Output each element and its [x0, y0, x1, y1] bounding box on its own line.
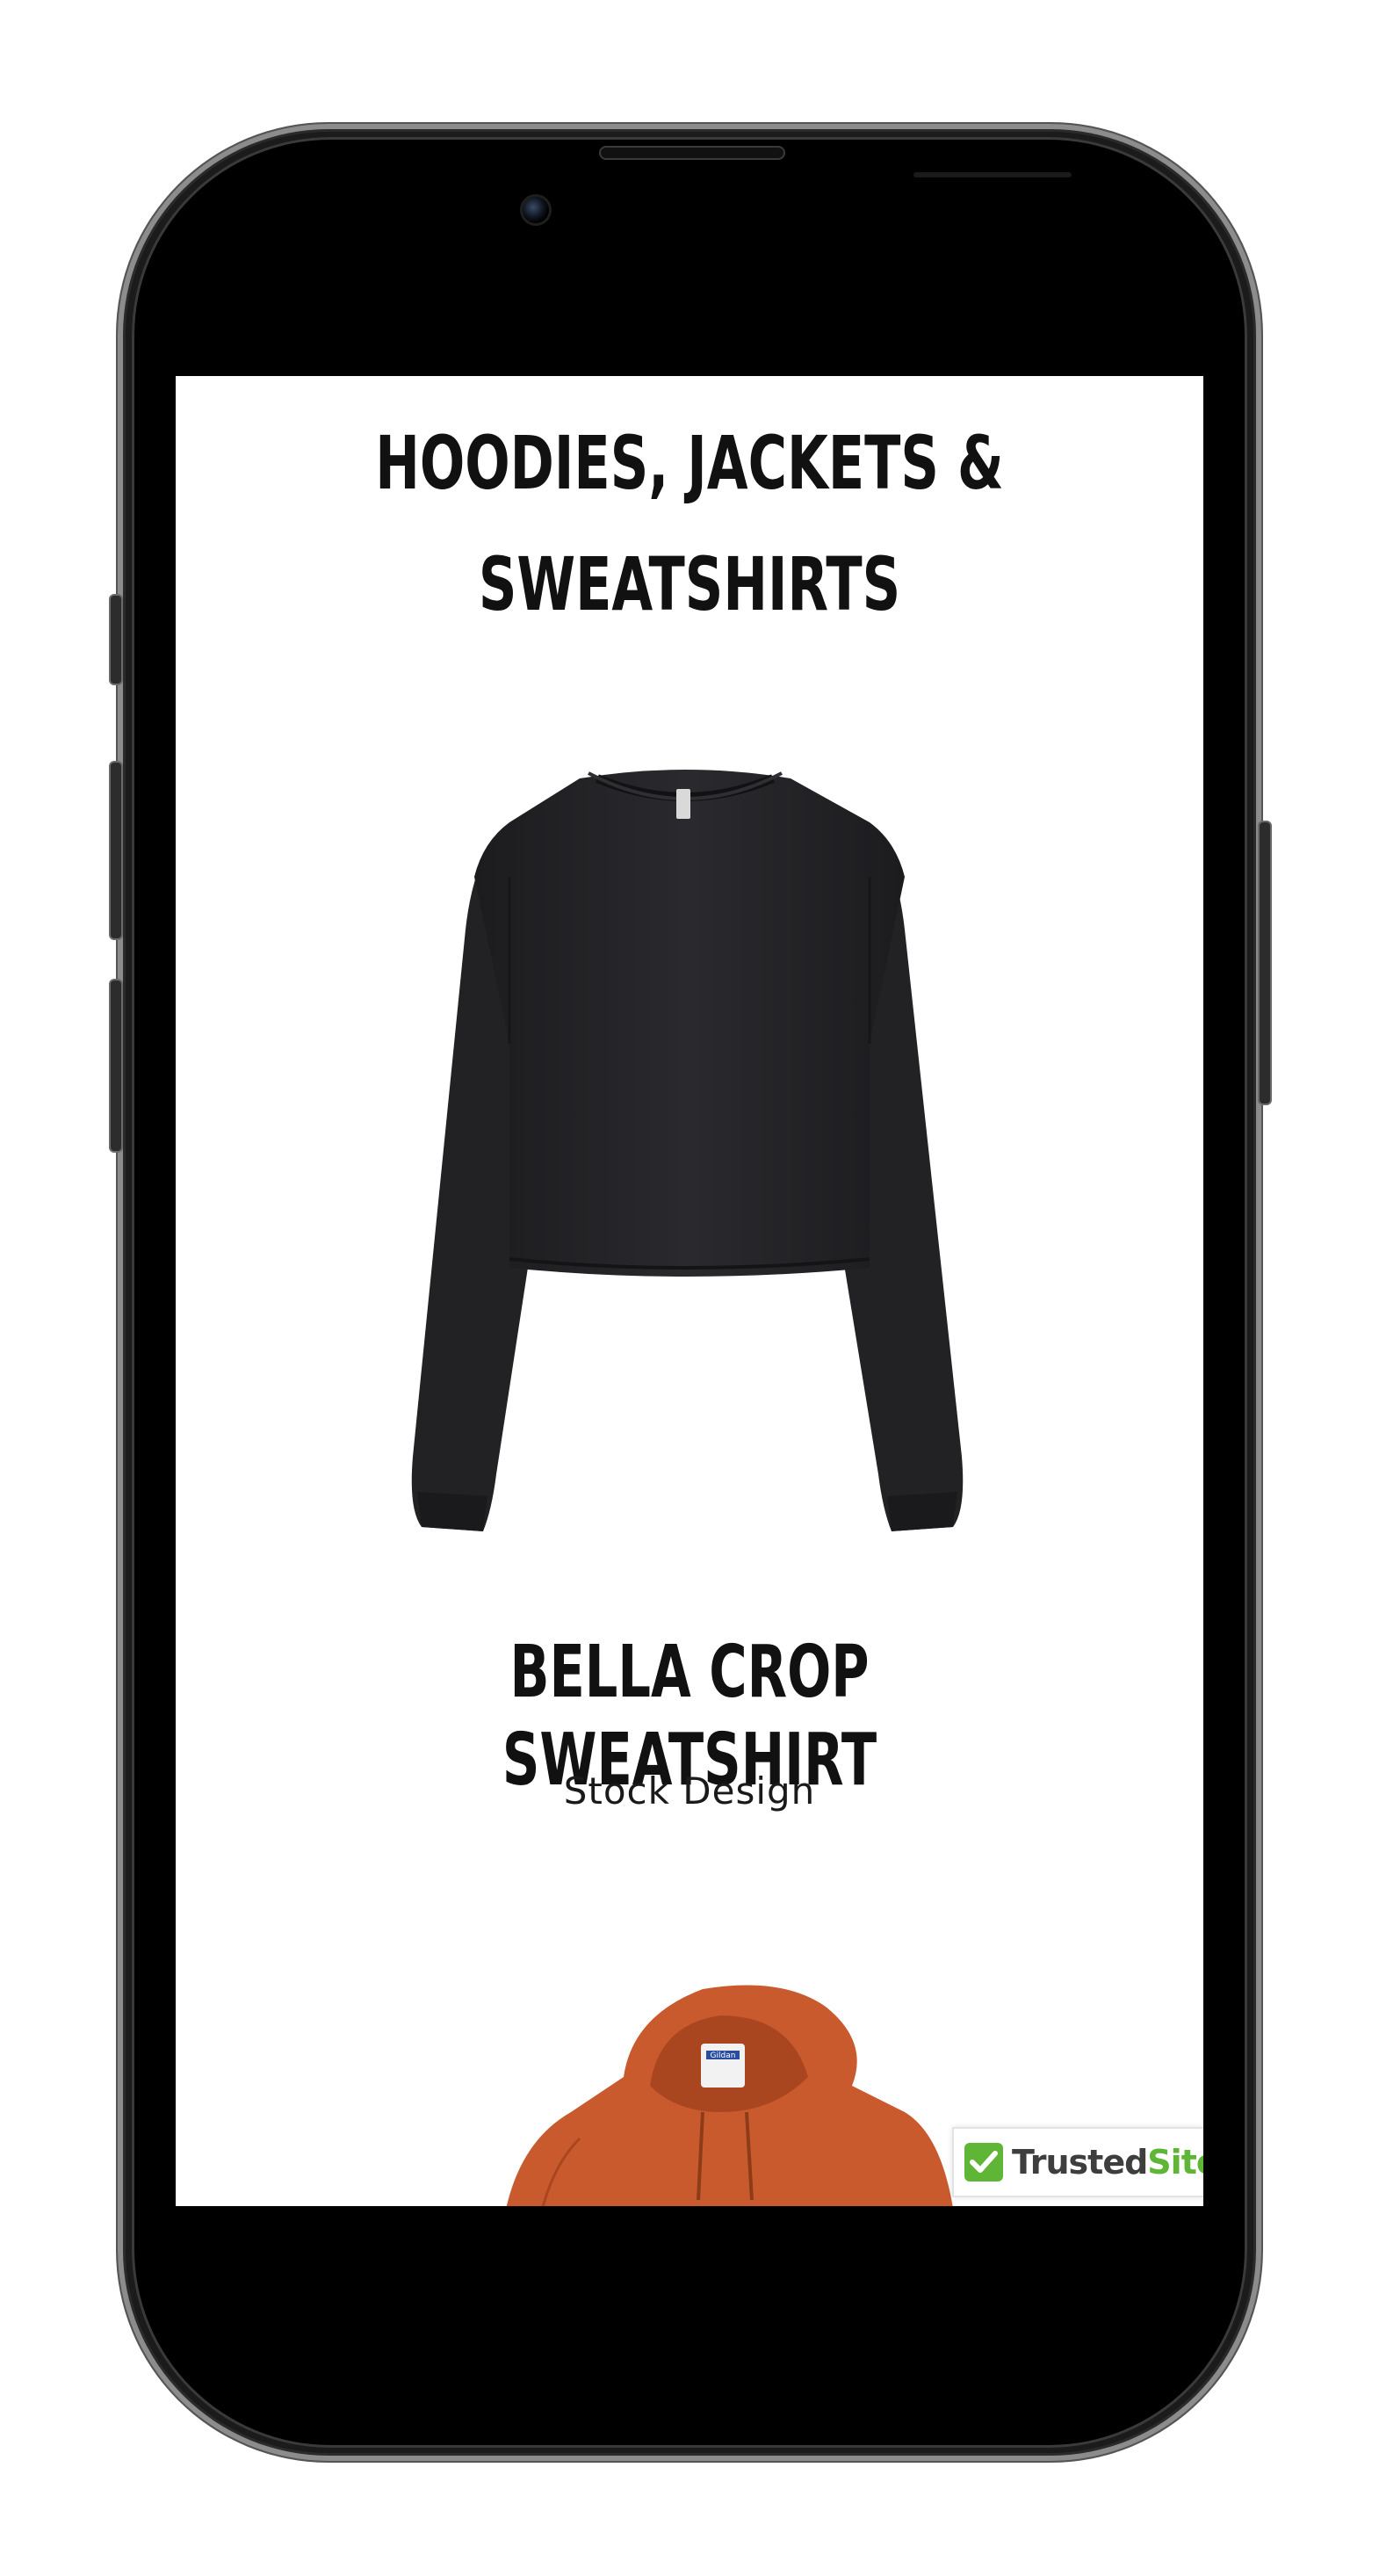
next-product-image[interactable]: Gildan	[413, 1980, 1028, 2206]
trusted-site-badge[interactable]: TrustedSite™	[952, 2127, 1203, 2197]
mute-switch	[109, 594, 123, 685]
sensor-bar	[913, 172, 1072, 177]
speaker-grille	[599, 146, 785, 160]
page-title: HOODIES, JACKETS & SWEATSHIRTS	[320, 402, 1059, 645]
page-title-line-1: HOODIES, JACKETS &	[375, 420, 1004, 506]
volume-up-button	[109, 761, 123, 940]
front-camera-icon	[520, 194, 552, 226]
power-button	[1258, 821, 1272, 1105]
sweatshirt-body	[474, 770, 905, 1277]
phone-screen: HOODIES, JACKETS & SWEATSHIRTS BELLA CRO…	[176, 376, 1203, 2206]
trusted-site-label: TrustedSite™	[1012, 2143, 1203, 2182]
page-title-line-2: SWEATSHIRTS	[478, 541, 901, 627]
check-icon	[964, 2143, 1003, 2182]
product-subtitle: Stock Design	[563, 1769, 816, 1813]
volume-down-button	[109, 979, 123, 1153]
svg-text:Gildan: Gildan	[711, 2051, 736, 2060]
product-image[interactable]	[378, 754, 993, 1545]
